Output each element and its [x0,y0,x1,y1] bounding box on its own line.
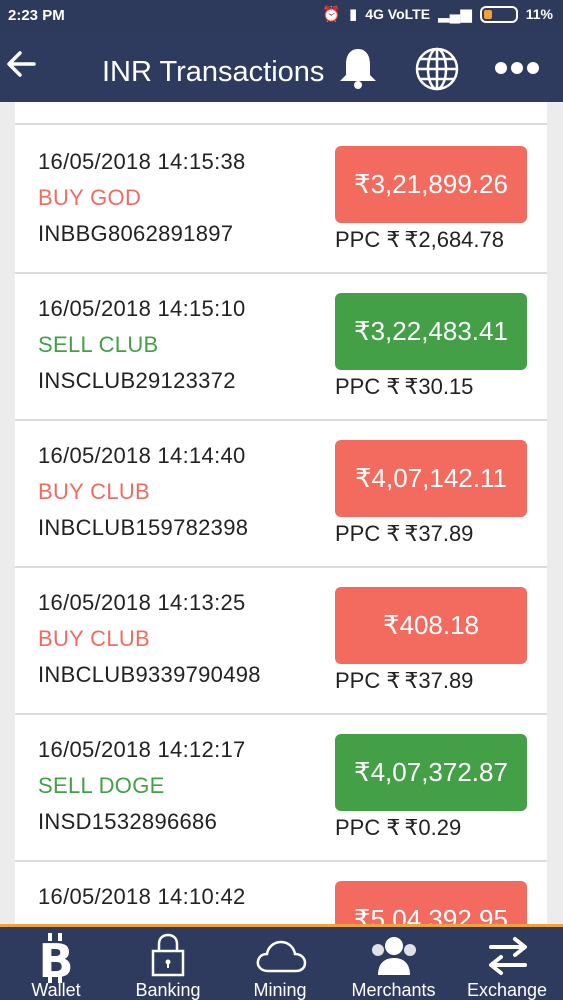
ppc-value: PPC ₹ ₹2,684.78 [335,227,504,253]
ppc-label: PPC ₹ [335,815,401,840]
ppc-amount: ₹30.15 [404,374,474,399]
svg-text:B: B [38,934,73,983]
more-options-icon[interactable] [494,60,540,76]
status-time: 2:23 PM [8,7,65,24]
amount-badge: ₹4,07,142.11 [335,440,527,517]
signal-icon: ▮ [348,6,358,23]
nav-mining-label: Mining [253,980,307,1000]
list-item[interactable]: 16/05/2018 14:15:10 SELL CLUB INSCLUB291… [15,274,547,421]
transaction-type: BUY CLUB [38,479,151,504]
nav-banking[interactable]: Banking [112,927,224,1000]
ppc-amount: ₹2,684.78 [404,227,504,252]
amount-badge: ₹3,21,899.26 [335,146,527,223]
status-bar: 2:23 PM ⏰ ▮ 4G VoLTE ▂▄▆ 11% [0,0,563,32]
page-title: INR Transactions [102,56,325,88]
bell-icon[interactable] [334,44,382,92]
transaction-date: 16/05/2018 14:14:40 [38,443,246,468]
transaction-type: SELL CLUB [38,332,159,357]
ppc-label: PPC ₹ [335,227,401,252]
transaction-date: 16/05/2018 14:15:38 [38,149,246,174]
amount-badge: ₹3,22,483.41 [335,293,527,370]
app-bar: INR Transactions [0,32,563,102]
nav-wallet-label: Wallet [31,980,81,1000]
ppc-value: PPC ₹ ₹37.89 [335,668,473,694]
transaction-type: SELL DOGE [38,773,165,798]
nav-banking-label: Banking [135,980,201,1000]
nav-wallet[interactable]: B Wallet [0,927,112,1000]
alarm-icon: ⏰ [322,6,341,23]
globe-icon[interactable] [414,46,460,92]
battery-level: 11% [525,6,553,22]
ppc-amount: ₹37.89 [404,668,474,693]
list-item[interactable]: 16/05/2018 14:13:25 BUY CLUB INBCLUB9339… [15,568,547,715]
ppc-label: PPC ₹ [335,668,401,693]
ppc-label: PPC ₹ [335,521,401,546]
transaction-id: INBCLUB9339790498 [38,662,261,687]
list-item[interactable]: 16/05/2018 14:10:42 BUY DOGE ₹5,04,392.9… [15,862,547,932]
amount-badge: ₹4,07,372.87 [335,734,527,811]
cloud-icon [256,940,307,973]
exchange-arrows-icon [489,937,527,975]
network-label: 4G VoLTE [365,6,431,22]
transaction-id: INSD1532896686 [38,809,218,834]
amount-badge: ₹408.18 [335,587,527,664]
battery-icon [479,5,518,23]
list-item[interactable]: 16/05/2018 14:12:17 SELL DOGE INSD153289… [15,715,547,862]
ppc-value: PPC ₹ ₹30.15 [335,374,473,400]
transaction-type: BUY GOD [38,185,142,210]
list-item[interactable]: 16/05/2018 14:15:38 BUY GOD INBBG8062891… [15,127,547,274]
lock-icon [151,933,185,977]
nav-exchange[interactable]: Exchange [451,927,563,1000]
ppc-amount: ₹0.29 [404,815,462,840]
ppc-amount: ₹37.89 [404,521,474,546]
nav-exchange-label: Exchange [466,980,548,1000]
bitcoin-icon: B [38,933,74,983]
transaction-date: 16/05/2018 14:12:17 [38,737,246,762]
ppc-value: PPC ₹ ₹0.29 [335,815,461,841]
back-arrow-icon[interactable] [4,42,44,86]
transaction-id: INBCLUB159782398 [38,515,249,540]
transaction-date: 16/05/2018 14:15:10 [38,296,246,321]
merchants-icon [372,937,416,975]
screen: 2:23 PM ⏰ ▮ 4G VoLTE ▂▄▆ 11% INR Transac… [0,0,563,1000]
list-item[interactable] [15,102,547,125]
transaction-list[interactable]: 16/05/2018 14:15:38 BUY GOD INBBG8062891… [15,102,547,932]
signal-bars-icon: ▂▄▆ [438,6,472,23]
status-icons: ⏰ ▮ 4G VoLTE ▂▄▆ 11% [322,5,553,23]
transaction-id: INSCLUB29123372 [38,368,236,393]
nav-merchants[interactable]: Merchants [336,927,451,1000]
transaction-id: INBBG8062891897 [38,221,234,246]
bottom-nav: B Wallet Banking Mining Merchants Exchan… [0,924,563,1000]
transaction-type: BUY CLUB [38,626,151,651]
transaction-date: 16/05/2018 14:13:25 [38,590,246,615]
ppc-value: PPC ₹ ₹37.89 [335,521,473,547]
transaction-date: 16/05/2018 14:10:42 [38,884,246,909]
ppc-label: PPC ₹ [335,374,401,399]
nav-mining[interactable]: Mining [224,927,336,1000]
nav-merchants-label: Merchants [351,980,436,1000]
list-item[interactable]: 16/05/2018 14:14:40 BUY CLUB INBCLUB1597… [15,421,547,568]
